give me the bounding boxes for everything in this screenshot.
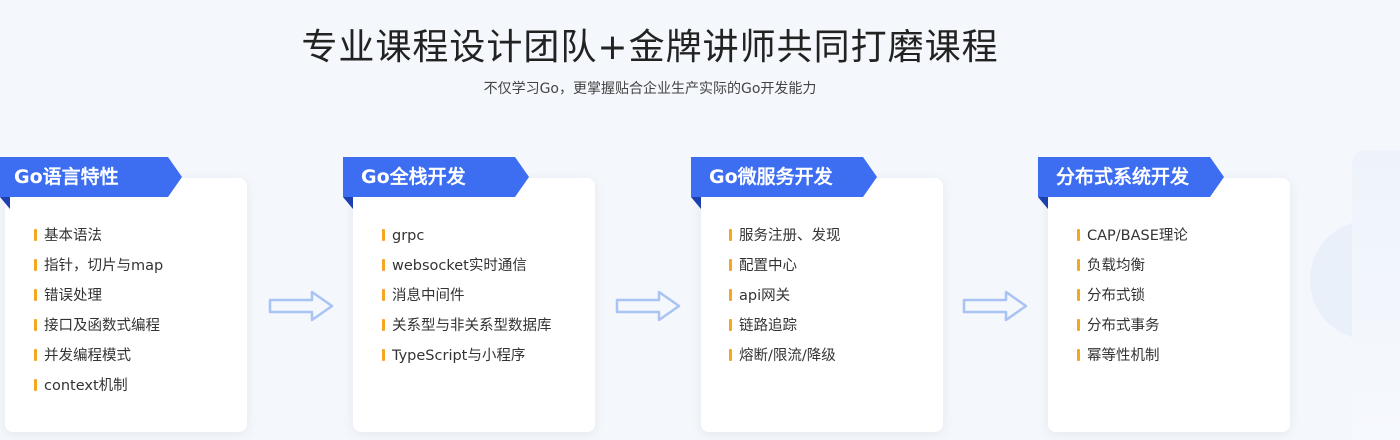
bullet-bar-icon (34, 259, 37, 271)
list-item: 分布式锁 (1077, 286, 1188, 316)
right-arrow-icon (962, 290, 1028, 322)
bullet-bar-icon (34, 349, 37, 361)
tag-fold-shadow (1038, 197, 1048, 209)
bullet-bar-icon (729, 289, 732, 301)
right-arrow-icon (615, 290, 681, 322)
list-item: context机制 (34, 376, 163, 406)
bullet-bar-icon (34, 289, 37, 301)
bullet-bar-icon (382, 349, 385, 361)
list-item: 消息中间件 (382, 286, 552, 316)
tag-fold-shadow (691, 197, 701, 209)
list-item: 并发编程模式 (34, 346, 163, 376)
bullet-bar-icon (382, 289, 385, 301)
list-item: 配置中心 (729, 256, 841, 286)
bullet-bar-icon (729, 349, 732, 361)
bullet-bar-icon (382, 259, 385, 271)
list-item: 基本语法 (34, 226, 163, 256)
list-item: websocket实时通信 (382, 256, 552, 286)
list-item: 错误处理 (34, 286, 163, 316)
tag-fold-shadow (0, 197, 10, 209)
list-item: 链路追踪 (729, 316, 841, 346)
bullet-bar-icon (1077, 319, 1080, 331)
list-item: CAP/BASE理论 (1077, 226, 1188, 256)
card-item-list: 服务注册、发现 配置中心 api网关 链路追踪 熔断/限流/降级 (729, 226, 841, 376)
decorative-card-edge (1352, 150, 1400, 440)
bullet-bar-icon (729, 319, 732, 331)
card-item-list: grpc websocket实时通信 消息中间件 关系型与非关系型数据库 Typ… (382, 226, 552, 376)
bullet-bar-icon (729, 259, 732, 271)
card-tag-go-fullstack: Go全栈开发 (343, 157, 529, 197)
list-item: 负载均衡 (1077, 256, 1188, 286)
bullet-bar-icon (34, 229, 37, 241)
list-item: 分布式事务 (1077, 316, 1188, 346)
bullet-bar-icon (382, 319, 385, 331)
list-item: TypeScript与小程序 (382, 346, 552, 376)
list-item: grpc (382, 226, 552, 256)
card-tag-go-language: Go语言特性 (0, 157, 182, 197)
card-tag-distributed: 分布式系统开发 (1038, 157, 1224, 197)
bullet-bar-icon (34, 379, 37, 391)
list-item: 接口及函数式编程 (34, 316, 163, 346)
list-item: 熔断/限流/降级 (729, 346, 841, 376)
list-item: api网关 (729, 286, 841, 316)
list-item: 关系型与非关系型数据库 (382, 316, 552, 346)
bullet-bar-icon (1077, 259, 1080, 271)
bullet-bar-icon (1077, 349, 1080, 361)
bullet-bar-icon (1077, 229, 1080, 241)
bullet-bar-icon (1077, 289, 1080, 301)
card-item-list: CAP/BASE理论 负载均衡 分布式锁 分布式事务 幂等性机制 (1077, 226, 1188, 376)
card-item-list: 基本语法 指针，切片与map 错误处理 接口及函数式编程 并发编程模式 cont… (34, 226, 163, 406)
page-title: 专业课程设计团队+金牌讲师共同打磨课程 (301, 27, 999, 68)
right-arrow-icon (268, 290, 334, 322)
tag-fold-shadow (343, 197, 353, 209)
list-item: 服务注册、发现 (729, 226, 841, 256)
bullet-bar-icon (729, 229, 732, 241)
page-subtitle: 不仅学习Go，更掌握贴合企业生产实际的Go开发能力 (483, 81, 817, 97)
bullet-bar-icon (34, 319, 37, 331)
list-item: 幂等性机制 (1077, 346, 1188, 376)
bullet-bar-icon (382, 229, 385, 241)
card-tag-go-microservice: Go微服务开发 (691, 157, 877, 197)
list-item: 指针，切片与map (34, 256, 163, 286)
